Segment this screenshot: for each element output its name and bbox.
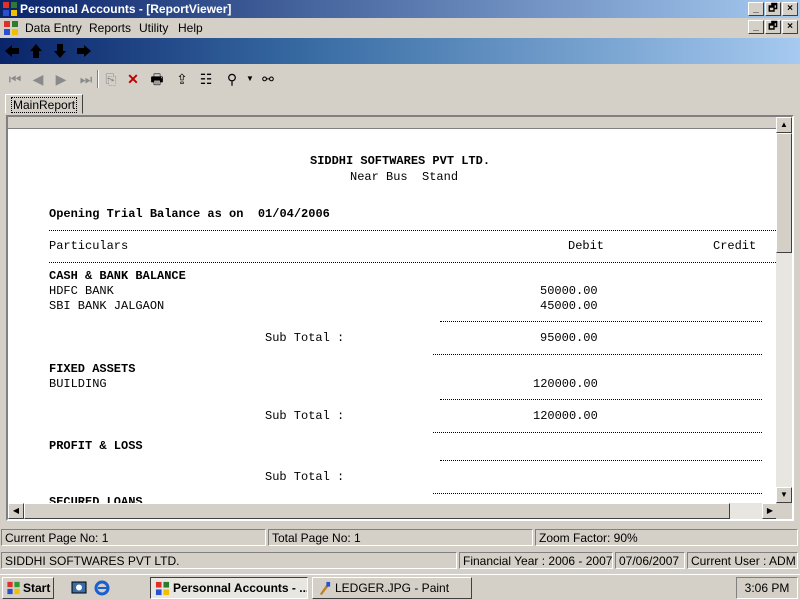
report-heading: Opening Trial Balance as on 01/04/2006: [49, 207, 330, 221]
subtotal-debit: 95000.00: [540, 331, 598, 345]
subtotal-rule: [440, 321, 762, 322]
previous-page-icon[interactable]: ◀: [28, 69, 48, 89]
close-report-icon[interactable]: ✕: [123, 69, 143, 89]
group-name: FIXED ASSETS: [49, 362, 136, 376]
toolbar-separator: [97, 70, 99, 88]
report-viewer: SIDDHI SOFTWARES PVT LTD. Near Bus Stand…: [6, 115, 794, 521]
subtotal-rule: [433, 432, 762, 433]
row-particular: HDFC BANK: [49, 284, 114, 298]
group-name: PROFIT & LOSS: [49, 439, 143, 453]
group-tree-icon[interactable]: ☷: [196, 69, 216, 89]
internet-explorer-icon[interactable]: [93, 579, 111, 597]
menu-bar: Data Entry Reports Utility Help _ 🗗 ×: [0, 18, 800, 38]
scroll-up-icon[interactable]: ▲: [776, 117, 792, 133]
current-page-status: Current Page No: 1: [1, 529, 266, 546]
task-paint[interactable]: LEDGER.JPG - Paint: [312, 577, 472, 599]
date-status: 07/06/2007: [615, 552, 685, 569]
vertical-scrollbar[interactable]: ▲ ▼: [776, 117, 792, 503]
group-name: CASH & BANK BALANCE: [49, 269, 186, 283]
subtotal-rule: [440, 460, 762, 461]
paint-brush-icon: [319, 581, 331, 596]
task-label: Personnal Accounts - ...: [173, 581, 308, 595]
row-debit: 120000.00: [533, 377, 598, 391]
report-header-strip: [8, 117, 778, 129]
header-rule-top: [49, 230, 778, 231]
tab-label: MainReport: [11, 97, 78, 113]
user-status: Current User : ADM: [687, 552, 798, 569]
report-page: SIDDHI SOFTWARES PVT LTD. Near Bus Stand…: [8, 129, 778, 503]
arrow-up-icon[interactable]: [28, 43, 44, 59]
report-toolbar: ⏮ ◀ ▶ ⏭ ⎘ ✕ 🖶 ⇪ ☷ ⚲ ▼ ⚯: [0, 66, 800, 92]
financial-year-status: Financial Year : 2006 - 2007: [459, 552, 613, 569]
subtotal-debit: 120000.00: [533, 409, 598, 423]
header-rule-bottom: [49, 262, 778, 263]
scroll-down-icon[interactable]: ▼: [776, 487, 792, 503]
app-icon: [3, 2, 17, 16]
column-particulars: Particulars: [49, 239, 129, 253]
zoom-factor-status: Zoom Factor: 90%: [535, 529, 798, 546]
menu-data-entry[interactable]: Data Entry: [25, 21, 82, 35]
subtotal-label: Sub Total :: [265, 409, 345, 423]
subtotal-rule: [433, 354, 762, 355]
child-minimize-button[interactable]: _: [748, 20, 764, 34]
menu-utility[interactable]: Utility: [139, 21, 168, 35]
menu-help[interactable]: Help: [178, 21, 203, 35]
child-restore-button[interactable]: 🗗: [765, 20, 781, 34]
zoom-icon[interactable]: ⚲: [222, 69, 242, 89]
row-particular: SBI BANK JALGAON: [49, 299, 165, 313]
taskbar: Start Personnal Accounts - ... LEDGER.JP…: [0, 574, 800, 600]
subtotal-rule: [440, 399, 762, 400]
print-icon[interactable]: 🖶: [147, 69, 167, 89]
report-tab-strip: MainReport: [0, 94, 800, 114]
start-label: Start: [23, 581, 51, 595]
menu-reports[interactable]: Reports: [89, 21, 131, 35]
subtotal-rule: [433, 493, 762, 494]
total-page-status: Total Page No: 1: [268, 529, 533, 546]
navigation-band: [0, 38, 800, 64]
arrow-down-icon[interactable]: [52, 43, 68, 59]
windows-logo-icon: [7, 581, 20, 595]
title-bar: Personnal Accounts - [ReportViewer] _ 🗗 …: [0, 0, 800, 18]
report-company: SIDDHI SOFTWARES PVT LTD.: [310, 154, 491, 168]
group-name-cutoff: SECURED LOANS: [49, 495, 143, 503]
column-debit: Debit: [568, 239, 605, 253]
subtotal-label: Sub Total :: [265, 470, 345, 484]
close-button[interactable]: ×: [782, 2, 798, 16]
row-debit: 45000.00: [540, 299, 598, 313]
row-debit: 50000.00: [540, 284, 598, 298]
show-desktop-icon[interactable]: [70, 579, 88, 597]
start-button[interactable]: Start: [2, 577, 54, 599]
system-tray-clock[interactable]: 3:06 PM: [736, 577, 798, 599]
export-icon[interactable]: ⇪: [172, 69, 192, 89]
column-credit: Credit: [713, 239, 757, 253]
window-title: Personnal Accounts - [ReportViewer]: [20, 2, 232, 16]
child-close-button[interactable]: ×: [782, 20, 798, 34]
report-status-bar: Current Page No: 1 Total Page No: 1 Zoom…: [0, 527, 800, 547]
company-status: SIDDHI SOFTWARES PVT LTD.: [1, 552, 457, 569]
horizontal-scroll-thumb[interactable]: [24, 503, 730, 519]
app-status-bar: SIDDHI SOFTWARES PVT LTD. Financial Year…: [0, 550, 800, 570]
zoom-dropdown-icon[interactable]: ▼: [240, 69, 260, 89]
report-address: Near Bus Stand: [350, 170, 459, 184]
horizontal-scrollbar[interactable]: ◀ ▶: [8, 503, 778, 519]
arrow-left-icon[interactable]: [4, 43, 20, 59]
task-label: LEDGER.JPG - Paint: [335, 581, 450, 595]
subtotal-label: Sub Total :: [265, 331, 345, 345]
goto-page-icon[interactable]: ⎘: [101, 69, 121, 89]
search-binoculars-icon[interactable]: ⚯: [258, 69, 278, 89]
app-icon: [155, 581, 170, 596]
minimize-button[interactable]: _: [748, 2, 764, 16]
next-page-icon[interactable]: ▶: [51, 69, 71, 89]
scrollbar-corner: [776, 503, 792, 519]
row-particular: BUILDING: [49, 377, 107, 391]
vertical-scroll-thumb[interactable]: [776, 133, 792, 253]
task-personnal-accounts[interactable]: Personnal Accounts - ...: [150, 577, 308, 599]
restore-button[interactable]: 🗗: [765, 2, 781, 16]
last-page-icon[interactable]: ⏭: [76, 69, 96, 89]
tab-main-report[interactable]: MainReport: [5, 94, 84, 114]
scroll-left-icon[interactable]: ◀: [8, 503, 24, 519]
child-window-icon[interactable]: [3, 20, 19, 36]
arrow-right-icon[interactable]: [76, 43, 92, 59]
first-page-icon[interactable]: ⏮: [5, 69, 25, 89]
